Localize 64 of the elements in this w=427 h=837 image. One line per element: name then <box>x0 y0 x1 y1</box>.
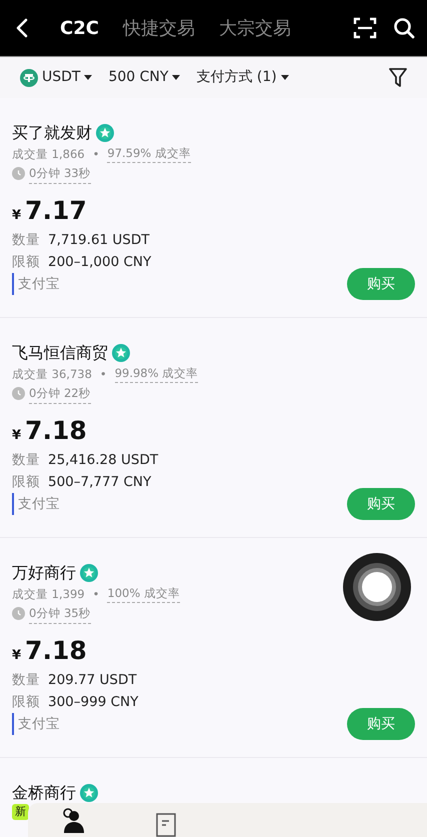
limit-value: 200–1,000 CNY <box>48 253 152 272</box>
separator-dot: • <box>100 366 107 382</box>
limit-value: 500–7,777 CNY <box>48 473 152 492</box>
filter-button[interactable] <box>389 68 407 87</box>
people-icon <box>60 807 86 833</box>
coin-icon <box>20 68 38 86</box>
back-button[interactable] <box>16 18 28 38</box>
completion-rate: 97.59% 成交率 <box>107 144 191 163</box>
filter-icon <box>389 68 407 87</box>
trade-count: 成交量 36,738 <box>12 366 92 382</box>
separator-dot: • <box>92 146 100 162</box>
filter-dropdown[interactable]: USDT <box>42 67 80 88</box>
quantity-value: 25,416.28 USDT <box>48 451 158 470</box>
caret-icon <box>280 75 289 80</box>
currency-symbol: ¥ <box>12 207 22 225</box>
trade-count: 成交量 1,866 <box>12 146 85 162</box>
quantity-value: 7,719.61 USDT <box>48 231 150 250</box>
response-time: 0分钟 22秒 <box>29 383 91 404</box>
quantity-label: 数量 <box>12 671 40 690</box>
nav-button[interactable] <box>156 813 176 837</box>
price: 7.18 <box>25 415 87 447</box>
payment-method: 支付宝 <box>12 493 60 515</box>
response-time: 0分钟 35秒 <box>29 603 91 624</box>
price: 7.17 <box>25 195 87 227</box>
payment-method: 支付宝 <box>12 273 60 295</box>
nav-button[interactable] <box>60 807 86 833</box>
clock-icon <box>12 387 25 400</box>
merchant-name: 万好商行 <box>12 562 76 584</box>
filter-dropdown[interactable]: 500 CNY <box>108 67 168 88</box>
ring-icon <box>353 563 401 611</box>
limit-label: 限额 <box>12 253 40 272</box>
limit-label: 限额 <box>12 473 40 492</box>
back-icon <box>16 18 28 38</box>
scan-button[interactable] <box>353 17 377 39</box>
merchant-name: 金桥商行 <box>12 782 76 804</box>
trade-count: 成交量 1,399 <box>12 586 85 602</box>
tab[interactable]: 快捷交易 <box>122 14 195 42</box>
completion-rate: 100% 成交率 <box>107 584 180 603</box>
currency-symbol: ¥ <box>12 647 22 665</box>
clock-icon <box>12 167 25 180</box>
merchant-name: 买了就发财 <box>12 122 92 144</box>
search-icon <box>393 17 415 39</box>
quantity-value: 209.77 USDT <box>48 671 137 690</box>
scan-icon <box>353 17 377 39</box>
separator-dot: • <box>92 586 100 602</box>
search-button[interactable] <box>393 17 415 39</box>
merchant-name: 飞马恒信商贸 <box>12 342 108 364</box>
quantity-label: 数量 <box>12 451 40 470</box>
document-icon <box>156 813 176 837</box>
caret-icon <box>172 75 180 80</box>
filter-dropdown[interactable]: 支付方式 (1) <box>196 67 277 88</box>
currency-symbol: ¥ <box>12 427 22 445</box>
tab[interactable]: 大宗交易 <box>218 14 291 42</box>
payment-method: 支付宝 <box>12 713 60 735</box>
limit-value: 300–999 CNY <box>48 693 138 712</box>
clock-icon <box>12 607 25 620</box>
caret-icon <box>84 75 92 80</box>
new-tag: 新 <box>12 804 29 820</box>
response-time: 0分钟 33秒 <box>29 163 91 184</box>
completion-rate: 99.98% 成交率 <box>114 364 198 383</box>
quantity-label: 数量 <box>12 231 40 250</box>
price: 7.18 <box>25 635 87 667</box>
tab[interactable]: C2C <box>60 14 99 42</box>
limit-label: 限额 <box>12 693 40 712</box>
